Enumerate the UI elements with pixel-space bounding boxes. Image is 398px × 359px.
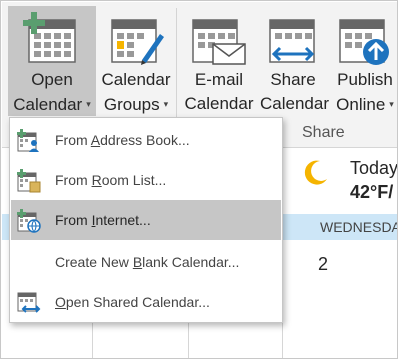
weather-temperature: 42°F/ (350, 182, 394, 202)
open-calendar-menu: From Address Book... From Room List... F… (9, 117, 283, 323)
chevron-down-icon: ▾ (86, 99, 91, 109)
menu-item-label: From Address Book... (55, 120, 190, 160)
menu-item-from-address-book[interactable]: From Address Book... (11, 120, 281, 160)
share-calendar-label-line1: Share (270, 70, 316, 89)
day-cell-date[interactable]: 2 (318, 254, 328, 275)
publish-online-button[interactable]: Publish Online ▾ (330, 6, 397, 117)
menu-item-label-suffix: ddress Book... (100, 132, 190, 148)
share-calendar-icon (266, 12, 320, 73)
menu-item-from-internet[interactable]: From Internet... (11, 200, 281, 240)
calendar-groups-icon (108, 12, 164, 73)
menu-item-create-new-blank-calendar[interactable]: Create New Blank Calendar... (11, 242, 281, 282)
menu-item-label: From Room List... (55, 160, 166, 200)
open-calendar-label-line2: Calendar ▾ (8, 92, 96, 117)
open-calendar-button[interactable]: Open Calendar ▾ (8, 6, 96, 116)
menu-item-label-suffix: pen Shared Calendar... (65, 294, 210, 310)
email-calendar-label-line1: E-mail (194, 70, 244, 89)
menu-item-access-key: R (91, 172, 102, 188)
calendar-groups-label-text: Groups (103, 95, 160, 114)
open-calendar-label-text: Calendar (13, 95, 83, 114)
menu-item-access-key: O (55, 294, 66, 310)
calendar-groups-label-line1: Calendar (101, 70, 171, 89)
publish-online-label-line1: Publish (337, 70, 393, 89)
calendar-groups-button[interactable]: Calendar Groups ▾ (98, 6, 174, 116)
share-calendar-button[interactable]: Share Calendar (260, 6, 329, 116)
menu-item-access-key: A (90, 132, 101, 148)
day-header-wednesday[interactable]: WEDNESDA (282, 214, 397, 240)
calendar-groups-label-line2: Groups ▾ (98, 92, 174, 117)
menu-item-open-shared-calendar[interactable]: Open Shared Calendar... (11, 282, 281, 322)
share-group-label: Share (302, 124, 345, 141)
menu-item-label-suffix: oom List... (101, 172, 167, 188)
email-calendar-button[interactable]: E-mail Calendar (182, 6, 256, 116)
weather-title: Today (350, 158, 398, 178)
shared-calendar-icon (17, 290, 41, 330)
chevron-down-icon: ▾ (163, 99, 169, 109)
publish-online-icon (338, 12, 392, 73)
menu-item-label: From Internet... (55, 200, 151, 240)
menu-item-label-suffix: nternet... (95, 212, 151, 228)
email-calendar-label-line2: Calendar (184, 94, 254, 113)
open-calendar-label-line1: Open (31, 70, 73, 89)
menu-item-access-key: B (132, 254, 143, 270)
moon-icon (300, 158, 330, 193)
publish-online-label-text: Online (336, 95, 386, 114)
menu-item-label-prefix: From (55, 172, 92, 188)
open-calendar-icon (23, 12, 81, 73)
menu-item-label: Create New Blank Calendar... (55, 242, 239, 282)
menu-item-from-room-list[interactable]: From Room List... (11, 160, 281, 200)
menu-item-label-suffix: lank Calendar... (142, 254, 240, 270)
menu-item-label-prefix: From (55, 212, 92, 228)
outlook-window: Open Calendar ▾ Calendar Groups ▾ E-mail… (0, 0, 398, 359)
email-calendar-icon (191, 12, 247, 73)
chevron-down-icon: ▾ (389, 99, 394, 109)
menu-item-label: Open Shared Calendar... (55, 282, 210, 322)
publish-online-label-line2: Online ▾ (330, 92, 397, 117)
menu-item-label-prefix: From (55, 132, 91, 148)
menu-item-label-prefix: Create New (55, 254, 133, 270)
share-calendar-label-line2: Calendar (260, 94, 329, 113)
